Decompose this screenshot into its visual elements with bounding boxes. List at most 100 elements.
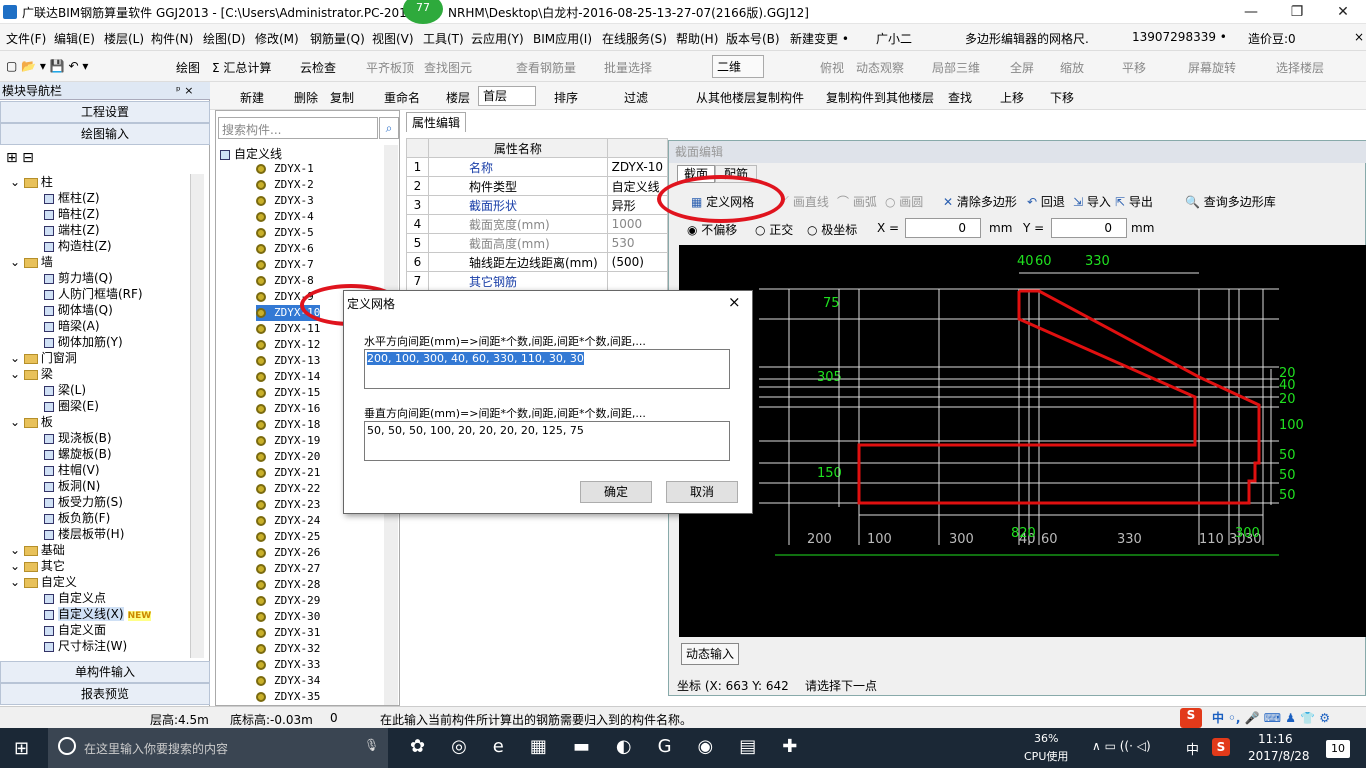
nav-tree-item[interactable]: 暗柱(Z) — [44, 206, 100, 222]
component-tool-3[interactable]: 重命名 — [384, 89, 420, 106]
component-tool-12[interactable]: 下移 — [1050, 89, 1074, 106]
property-row[interactable]: 7 其它钢筋 — [406, 271, 669, 291]
nav-tree-item[interactable]: 砌体墙(Q) — [44, 302, 113, 318]
property-value[interactable]: 1000 — [606, 214, 669, 234]
nav-tree-item[interactable]: 人防门框墙(RF) — [44, 286, 143, 302]
component-tool-1[interactable]: 删除 — [294, 89, 318, 106]
expand-all-icon[interactable]: ⊞ ⊟ — [6, 150, 34, 166]
menu-item-11[interactable]: 在线服务(S) — [602, 30, 667, 47]
component-list-item[interactable]: ZDYX-14 — [256, 369, 320, 385]
section-tool-3[interactable]: ○ 画圆 — [885, 193, 923, 210]
component-list-item[interactable]: ZDYX-26 — [256, 545, 320, 561]
component-tool-7[interactable]: 过滤 — [624, 89, 648, 106]
nav-tree-item[interactable]: 现浇板(B) — [44, 430, 112, 446]
nav-tree-item[interactable]: ⌄ 墙 — [10, 254, 53, 270]
x-input[interactable]: 0 — [905, 218, 981, 238]
component-list-item[interactable]: ZDYX-34 — [256, 673, 320, 689]
expand-arrow-icon[interactable]: ⌄ — [10, 575, 24, 589]
section-tool-1[interactable]: ／ 画直线 — [777, 193, 829, 210]
component-tool-10[interactable]: 查找 — [948, 89, 972, 106]
toolbar-item-1[interactable]: Σ 汇总计算 — [212, 59, 271, 76]
component-tool-8[interactable]: 从其他楼层复制构件 — [696, 89, 804, 106]
component-list-item[interactable]: ZDYX-24 — [256, 513, 320, 529]
component-list-item[interactable]: ZDYX-5 — [256, 225, 314, 241]
toolbar-item-6[interactable]: 批量选择 — [604, 59, 652, 76]
component-list-item[interactable]: ZDYX-31 — [256, 625, 320, 641]
component-tool-2[interactable]: 复制 — [330, 89, 354, 106]
tray-sogou-icon[interactable]: S — [1212, 738, 1230, 756]
menu-item-13[interactable]: 版本号(B) — [726, 30, 780, 47]
nav-tree-item[interactable]: ⌄ 其它 — [10, 558, 65, 574]
menu-item-6[interactable]: 钢筋量(Q) — [310, 30, 365, 47]
menu-item-7[interactable]: 视图(V) — [372, 30, 414, 47]
menu-item-1[interactable]: 编辑(E) — [54, 30, 95, 47]
component-list-item[interactable]: ZDYX-13 — [256, 353, 320, 369]
nav-tree-item[interactable]: 砌体加筋(Y) — [44, 334, 123, 350]
menu-item-3[interactable]: 构件(N) — [151, 30, 193, 47]
nav-tree-item[interactable]: 框柱(Z) — [44, 190, 100, 206]
section-canvas[interactable]: 40 60 330 75 305 150 20 40 20 100 50 50 50 200 100 300 4… — [679, 245, 1366, 637]
property-value[interactable]: 530 — [606, 233, 669, 253]
nav-tree-item[interactable]: 自定义面 — [44, 622, 106, 638]
menu-item-15[interactable]: 广小二 — [876, 30, 912, 47]
nav-tree-item[interactable]: ⌄ 板 — [10, 414, 53, 430]
notification-count[interactable]: 10 — [1326, 740, 1350, 758]
toolbar-item-7[interactable]: 二维 — [712, 55, 765, 78]
nav-tree-item[interactable]: ⌄ 柱 — [10, 174, 53, 190]
component-list-item[interactable]: ZDYX-33 — [256, 657, 320, 673]
section-tool-6[interactable]: ⇲ 导入 — [1073, 193, 1111, 210]
component-list-item[interactable]: ZDYX-1 — [256, 161, 314, 177]
toolbar-item-8[interactable]: 俯视 — [820, 59, 844, 76]
toolbar-item-12[interactable]: 缩放 — [1060, 59, 1084, 76]
notification-badge[interactable]: 77 — [403, 0, 443, 24]
menu-item-16[interactable]: 多边形编辑器的网格尺. — [965, 30, 1089, 47]
nav-tree-item[interactable]: 端柱(Z) — [44, 222, 100, 238]
component-list-item[interactable]: ZDYX-25 — [256, 529, 320, 545]
menu-item-10[interactable]: BIM应用(I) — [533, 30, 592, 47]
taskbar-apps[interactable]: ✿◎e▦▬◐G◉▤✚ — [410, 736, 823, 757]
component-tool-11[interactable]: 上移 — [1000, 89, 1024, 106]
toolbar-item-3[interactable]: 平齐板顶 — [366, 59, 414, 76]
menu-item-9[interactable]: 云应用(Y) — [471, 30, 524, 47]
toolbar-item-2[interactable]: 云检查 — [300, 59, 336, 76]
component-list-item[interactable]: ZDYX-15 — [256, 385, 320, 401]
cancel-button[interactable]: 取消 — [666, 481, 738, 503]
nav-pin-close[interactable]: ᵖ × — [176, 84, 193, 97]
nav-project-settings[interactable]: 工程设置 — [0, 101, 210, 123]
tray-icons[interactable]: ∧ ▭ ((· ◁) — [1092, 739, 1151, 753]
nav-tree-item[interactable]: 柱帽(V) — [44, 462, 100, 478]
component-list-item[interactable]: ZDYX-8 — [256, 273, 314, 289]
file-tools-icons[interactable]: ▢ 📂 ▾ 💾 ↶ ▾ — [6, 59, 88, 73]
property-value[interactable]: ZDYX-10 — [606, 157, 669, 177]
component-search-input[interactable]: 搜索构件... — [218, 117, 378, 139]
component-list-item[interactable]: ZDYX-28 — [256, 577, 320, 593]
expand-arrow-icon[interactable]: ⌄ — [10, 175, 24, 189]
nav-tree-item[interactable]: 板受力筋(S) — [44, 494, 123, 510]
dialog-close-button[interactable]: × — [728, 293, 741, 311]
component-list-item[interactable]: ZDYX-35 — [256, 689, 320, 705]
component-tool-6[interactable]: 排序 — [554, 89, 578, 106]
menu-item-12[interactable]: 帮助(H) — [676, 30, 718, 47]
nav-tree-item[interactable]: ⌄ 门窗洞 — [10, 350, 77, 366]
component-list-item[interactable]: ZDYX-11 — [256, 321, 320, 337]
nav-tree-item[interactable]: ⌄ 梁 — [10, 366, 53, 382]
nav-tree-item[interactable]: ⌄ 基础 — [10, 542, 65, 558]
component-list-item[interactable]: ZDYX-19 — [256, 433, 320, 449]
toolbar-item-0[interactable]: 绘图 — [176, 59, 200, 76]
menu-item-17[interactable]: 13907298339 • — [1132, 30, 1227, 44]
component-list-item[interactable]: ZDYX-3 — [256, 193, 314, 209]
menu-item-14[interactable]: 新建变更 • — [790, 30, 849, 47]
component-list-item[interactable]: ZDYX-18 — [256, 417, 320, 433]
nav-tree-item[interactable]: 圈梁(E) — [44, 398, 99, 414]
property-row[interactable]: 6 轴线距左边线距离(mm) (500) — [406, 252, 669, 272]
property-row[interactable]: 1 名称 ZDYX-10 — [406, 157, 669, 177]
expand-arrow-icon[interactable]: ⌄ — [10, 255, 24, 269]
component-list-item[interactable]: ZDYX-23 — [256, 497, 320, 513]
section-tool-5[interactable]: ↶ 回退 — [1027, 193, 1065, 210]
y-input[interactable]: 0 — [1051, 218, 1127, 238]
toolbar-item-11[interactable]: 全屏 — [1010, 59, 1034, 76]
restore-button[interactable]: ❐ — [1274, 0, 1320, 24]
menu-item-4[interactable]: 绘图(D) — [203, 30, 246, 47]
toolbar-item-10[interactable]: 局部三维 — [932, 59, 980, 76]
nav-drawing-input[interactable]: 绘图输入 — [0, 123, 210, 145]
